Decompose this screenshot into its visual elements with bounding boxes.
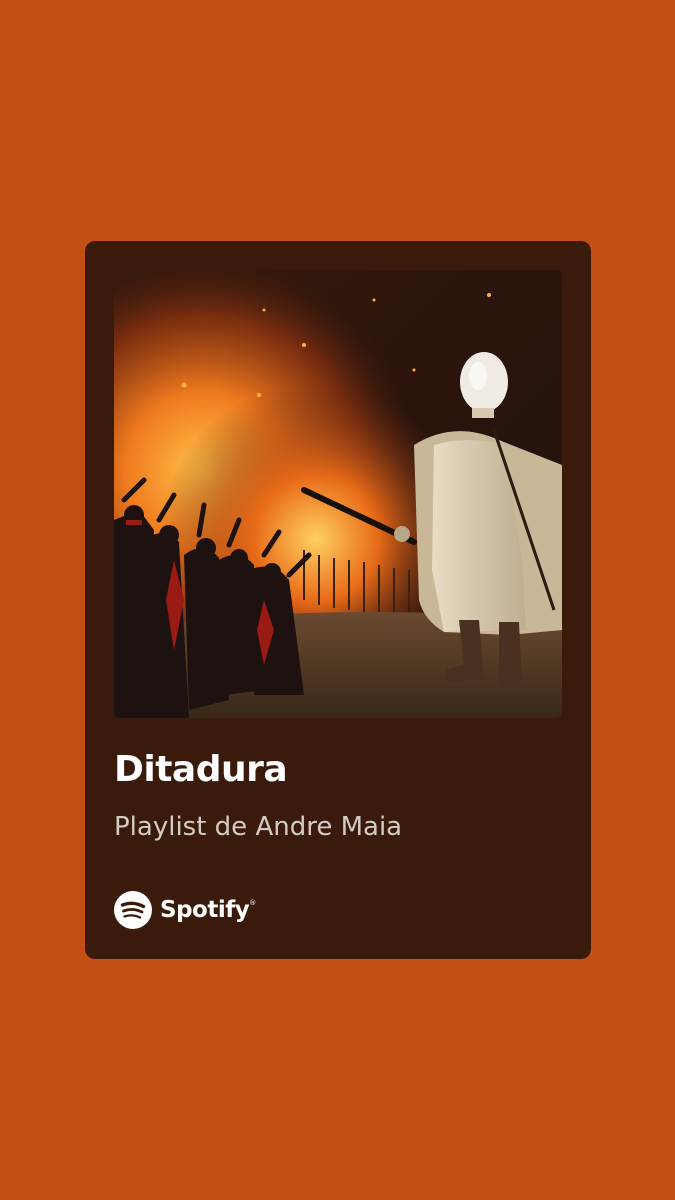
playlist-cover-image <box>114 270 562 718</box>
spotify-wordmark: Spotify® <box>160 897 256 923</box>
spotify-icon <box>114 891 152 929</box>
playlist-title: Ditadura <box>114 749 288 790</box>
playlist-owner: Playlist de Andre Maia <box>114 812 403 842</box>
spotify-brand: Spotify® <box>114 891 256 929</box>
share-card[interactable]: Ditadura Playlist de Andre Maia Spotify® <box>85 241 591 959</box>
